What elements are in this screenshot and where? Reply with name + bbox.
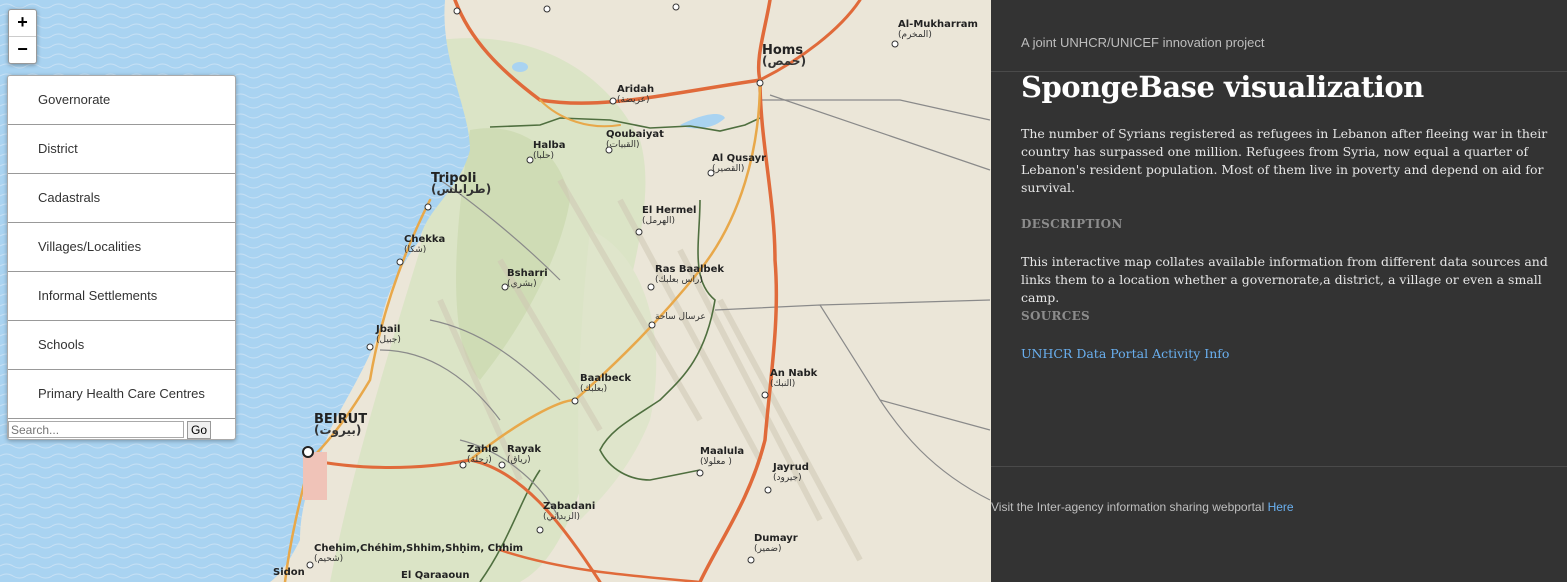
city-dot bbox=[536, 526, 544, 534]
map-view[interactable]: Homs (حمص) Al-Mukharram (المخرم) Aridah (عر… bbox=[0, 0, 991, 582]
place-chekka[interactable]: Chekka (شكا) bbox=[404, 234, 445, 256]
place-rayak[interactable]: Rayak (رياق) bbox=[507, 444, 541, 466]
layer-informal-settlements[interactable]: Informal Settlements bbox=[8, 272, 235, 321]
city-dot bbox=[453, 7, 461, 15]
layer-panel: Governorate District Cadastrals Villages… bbox=[7, 75, 236, 440]
city-dot bbox=[761, 391, 769, 399]
city-dot bbox=[459, 461, 467, 469]
intro-text: The number of Syrians registered as refu… bbox=[1021, 126, 1548, 195]
footer: Visit the Inter-agency information shari… bbox=[991, 500, 1294, 514]
layer-primary-health-care-centres[interactable]: Primary Health Care Centres bbox=[8, 370, 235, 419]
page-title: SpongeBase visualization bbox=[1021, 70, 1424, 104]
place-tripoli[interactable]: Tripoli (طرابلس) bbox=[431, 172, 491, 195]
place-jayrud[interactable]: Jayrud (جيرود) bbox=[773, 462, 809, 484]
city-dot bbox=[672, 3, 680, 11]
city-dot bbox=[526, 156, 534, 164]
layer-district[interactable]: District bbox=[8, 125, 235, 174]
city-dot bbox=[306, 561, 314, 569]
tagline: A joint UNHCR/UNICEF innovation project bbox=[1021, 35, 1265, 50]
source-link[interactable]: UNHCR Data Portal Activity Info bbox=[1021, 346, 1229, 361]
city-dot bbox=[635, 228, 643, 236]
city-dot bbox=[648, 321, 656, 329]
description-text: This interactive map collates available … bbox=[1021, 254, 1548, 305]
city-dot bbox=[647, 283, 655, 291]
place-halba[interactable]: Halba (حلبا) bbox=[533, 140, 565, 162]
layer-cadastrals[interactable]: Cadastrals bbox=[8, 174, 235, 223]
info-panel: A joint UNHCR/UNICEF innovation project … bbox=[991, 0, 1567, 582]
layer-villages-localities[interactable]: Villages/Localities bbox=[8, 223, 235, 272]
place-el-hermel[interactable]: El Hermel (الهرمل) bbox=[642, 205, 696, 227]
place-jbail[interactable]: Jbail (جبيل) bbox=[376, 324, 401, 346]
sources-heading: SOURCES bbox=[1021, 309, 1091, 323]
place-an-nabk[interactable]: An Nabk (النبك) bbox=[770, 368, 817, 390]
place-ras-baalbek[interactable]: Ras Baalbek (راس بعلبك) bbox=[655, 264, 724, 286]
place-al-qusayr[interactable]: Al Qusayr (القصير) bbox=[712, 153, 766, 175]
footer-text: Visit the Inter-agency information shari… bbox=[991, 500, 1268, 514]
zoom-out-button[interactable]: − bbox=[9, 37, 36, 63]
city-dot bbox=[696, 469, 704, 477]
search-bar: Go bbox=[8, 419, 235, 439]
place-baalbeck[interactable]: Baalbeck (بعلبك) bbox=[580, 373, 631, 395]
description-heading: DESCRIPTION bbox=[1021, 217, 1123, 231]
place-zahle[interactable]: Zahle (زحلة) bbox=[467, 444, 498, 466]
place-maalula[interactable]: Maalula (معلولا ) bbox=[700, 446, 744, 468]
layer-schools[interactable]: Schools bbox=[8, 321, 235, 370]
divider bbox=[991, 466, 1567, 467]
city-dot bbox=[366, 343, 374, 351]
zoom-control: + − bbox=[8, 9, 37, 64]
city-dot bbox=[891, 40, 899, 48]
city-dot bbox=[756, 79, 764, 87]
place-chehim[interactable]: Chehim,Chéhim,Shhim,Shḥim, Chhim (شحيم) bbox=[314, 543, 523, 565]
layer-governorate[interactable]: Governorate bbox=[8, 76, 235, 125]
city-dot bbox=[605, 146, 613, 154]
place-sidon[interactable]: Sidon bbox=[273, 567, 305, 578]
city-dot bbox=[424, 203, 432, 211]
city-dot bbox=[571, 397, 579, 405]
place-beirut[interactable]: BEIRUT (بيروت) bbox=[314, 413, 367, 436]
place-al-mukharram[interactable]: Al-Mukharram (المخرم) bbox=[898, 19, 978, 41]
city-dot bbox=[501, 283, 509, 291]
place-el-qaraaoun[interactable]: El Qaraaoun bbox=[401, 570, 470, 581]
go-button[interactable]: Go bbox=[187, 420, 212, 439]
zoom-in-button[interactable]: + bbox=[9, 10, 36, 37]
city-dot bbox=[543, 5, 551, 13]
place-aridah[interactable]: Aridah (عريضة) bbox=[617, 84, 654, 106]
place-bsharri[interactable]: Bsharri (بشري) bbox=[507, 268, 548, 290]
city-dot bbox=[747, 556, 755, 564]
place-arsal[interactable]: عرسال ساحة bbox=[655, 312, 706, 323]
place-qoubaiyat[interactable]: Qoubaiyat (القبيات) bbox=[606, 129, 664, 151]
city-dot bbox=[707, 169, 715, 177]
place-zabadani[interactable]: Zabadani (الزبداني) bbox=[543, 501, 595, 523]
city-dot bbox=[498, 461, 506, 469]
city-dot bbox=[396, 258, 404, 266]
footer-link[interactable]: Here bbox=[1268, 500, 1294, 514]
place-homs[interactable]: Homs (حمص) bbox=[762, 44, 806, 67]
city-dot bbox=[764, 486, 772, 494]
search-input[interactable] bbox=[8, 421, 184, 438]
city-dot bbox=[609, 97, 617, 105]
capital-dot bbox=[302, 446, 314, 458]
place-dumayr[interactable]: Dumayr (ضمير) bbox=[754, 533, 798, 555]
